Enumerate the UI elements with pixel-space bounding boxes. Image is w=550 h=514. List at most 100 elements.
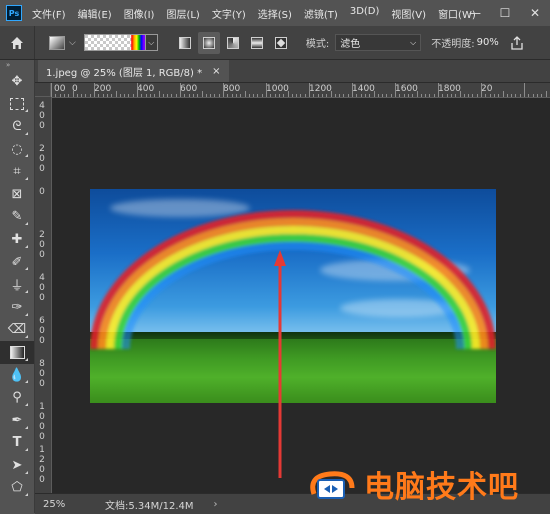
menu-item[interactable]: 编辑(E) xyxy=(72,6,118,21)
dodge-tool-icon[interactable]: ⚲ xyxy=(0,386,34,409)
ruler-tick xyxy=(206,94,207,97)
clone-stamp-tool-icon[interactable]: ⏚ xyxy=(0,273,34,296)
ruler-tick xyxy=(249,94,250,97)
opacity-input[interactable]: 90% xyxy=(477,37,499,48)
ruler-tick xyxy=(98,94,99,97)
ruler-tick xyxy=(468,94,469,97)
menu-item[interactable]: 选择(S) xyxy=(252,6,298,21)
eraser-tool-icon[interactable]: ⌫ xyxy=(0,319,34,342)
ruler-label: 2 0 0 xyxy=(37,144,47,174)
marquee-tool-icon[interactable] xyxy=(0,93,34,116)
ruler-tick xyxy=(257,94,258,97)
ruler-tick xyxy=(339,94,340,97)
lasso-tool-icon[interactable]: ᘓ xyxy=(0,115,34,138)
ruler-tick xyxy=(279,94,280,97)
ruler-label: 1200 xyxy=(309,84,332,94)
blend-mode-select[interactable]: 滤色 ⌵ xyxy=(335,34,421,51)
ruler-tick xyxy=(374,91,375,97)
ruler-tick xyxy=(128,94,129,97)
ruler-tick xyxy=(120,94,121,97)
ruler-label: 1 0 0 0 xyxy=(37,402,47,442)
radial-gradient-button[interactable] xyxy=(198,32,220,54)
ruler-tick xyxy=(245,91,246,97)
ruler-tick xyxy=(425,94,426,97)
ruler-tick xyxy=(223,83,224,97)
blur-tool-icon[interactable]: 💧 xyxy=(0,364,34,387)
gradient-picker-dropdown[interactable]: ⌵ xyxy=(146,34,158,51)
photoshop-logo-icon[interactable]: Ps xyxy=(6,5,22,21)
tool-preset-picker[interactable] xyxy=(49,36,65,50)
ruler-tick xyxy=(171,94,172,97)
ruler-tick xyxy=(408,94,409,97)
menu-item[interactable]: 文字(Y) xyxy=(206,6,252,21)
annotation-arrow xyxy=(52,98,550,493)
ruler-tick xyxy=(77,94,78,97)
brush-tool-icon[interactable]: ✐ xyxy=(0,251,34,274)
ruler-tick xyxy=(546,91,547,97)
document-tab[interactable]: 1.jpeg @ 25% (图层 1, RGB/8) * × xyxy=(38,60,229,82)
menu-bar: Ps 文件(F)编辑(E)图像(I)图层(L)文字(Y)选择(S)滤镜(T)3D… xyxy=(0,0,550,26)
ruler-tick xyxy=(184,94,185,97)
ruler-tick xyxy=(335,94,336,97)
minimize-button[interactable]: — xyxy=(460,0,490,26)
ruler-tick xyxy=(111,94,112,97)
ruler-tick xyxy=(262,94,263,97)
canvas-area[interactable] xyxy=(52,98,550,493)
menu-item[interactable]: 滤镜(T) xyxy=(298,6,344,21)
close-button[interactable]: ✕ xyxy=(520,0,550,26)
reflected-gradient-button[interactable] xyxy=(246,32,268,54)
linear-gradient-button[interactable] xyxy=(174,32,196,54)
gradient-tool-icon[interactable] xyxy=(0,341,34,364)
angle-gradient-button[interactable] xyxy=(222,32,244,54)
ruler-tick xyxy=(266,83,267,97)
ruler-tick xyxy=(412,94,413,97)
eyedropper-tool-icon[interactable]: ✎ xyxy=(0,206,34,229)
type-tool-icon[interactable]: T xyxy=(0,432,34,455)
ruler-label: 4 0 0 xyxy=(37,273,47,303)
path-selection-tool-icon[interactable]: ➤ xyxy=(0,454,34,477)
ruler-tick xyxy=(288,91,289,97)
chevron-down-icon[interactable]: ⌵ xyxy=(69,38,76,48)
menu-item[interactable]: 文件(F) xyxy=(26,6,72,21)
crop-tool-icon[interactable]: ⌗ xyxy=(0,160,34,183)
vertical-ruler[interactable]: 4 0 02 0 002 0 04 0 06 0 08 0 01 0 0 01 … xyxy=(35,97,52,493)
ruler-tick xyxy=(322,94,323,97)
ruler-tick xyxy=(150,94,151,97)
frame-tool-icon[interactable]: ⊠ xyxy=(0,183,34,206)
home-button[interactable] xyxy=(0,26,35,59)
ruler-origin[interactable] xyxy=(35,83,51,97)
shape-tool-icon[interactable]: ⬠ xyxy=(0,477,34,500)
ruler-tick xyxy=(515,94,516,97)
horizontal-ruler[interactable]: 0002004006008001000120014001600180020 xyxy=(51,83,550,98)
status-menu-arrow[interactable]: › xyxy=(214,499,218,510)
gradient-editor-swatch[interactable] xyxy=(84,34,146,51)
history-brush-tool-icon[interactable]: ✑ xyxy=(0,296,34,319)
collapse-panel-icon[interactable]: » xyxy=(0,60,34,70)
ruler-tick xyxy=(520,94,521,97)
ruler-tick xyxy=(343,94,344,97)
pen-tool-icon[interactable]: ✒ xyxy=(0,409,34,432)
menu-item[interactable]: 图像(I) xyxy=(118,6,161,21)
ruler-tick xyxy=(481,83,482,97)
quick-selection-tool-icon[interactable]: ◌ xyxy=(0,138,34,161)
ruler-tick xyxy=(300,94,301,97)
close-tab-icon[interactable]: × xyxy=(212,66,220,77)
zoom-level[interactable]: 25% xyxy=(35,499,81,510)
share-button[interactable] xyxy=(509,35,525,51)
ruler-tick xyxy=(494,94,495,97)
ruler-tick xyxy=(103,94,104,97)
maximize-button[interactable]: ☐ xyxy=(490,0,520,26)
move-tool-icon[interactable]: ✥ xyxy=(0,70,34,93)
diamond-gradient-button[interactable] xyxy=(270,32,292,54)
healing-brush-tool-icon[interactable]: ✚ xyxy=(0,228,34,251)
ruler-tick xyxy=(146,94,147,97)
ruler-tick xyxy=(352,83,353,97)
ruler-tick xyxy=(214,94,215,97)
ruler-tick xyxy=(240,94,241,97)
menu-item[interactable]: 视图(V) xyxy=(385,6,432,21)
ruler-tick xyxy=(85,94,86,97)
menu-item[interactable]: 3D(D) xyxy=(344,6,386,21)
menu-item[interactable]: 图层(L) xyxy=(160,6,205,21)
mode-label: 模式: xyxy=(306,35,329,50)
ruler-tick xyxy=(421,94,422,97)
